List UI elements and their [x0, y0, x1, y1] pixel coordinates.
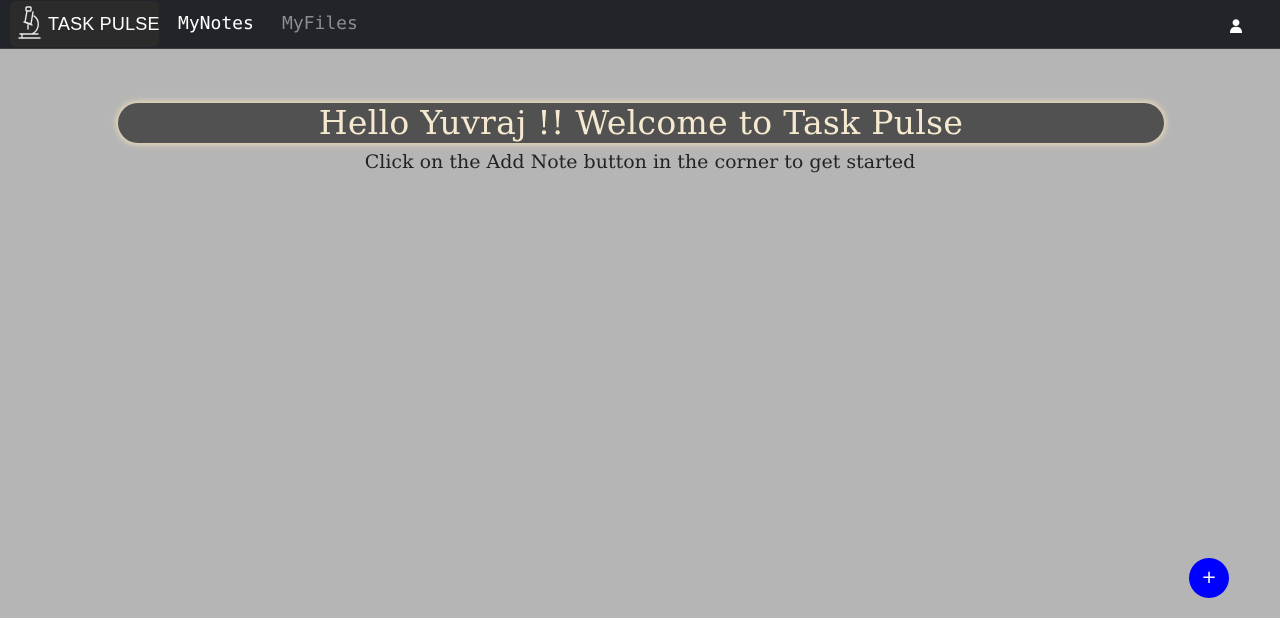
welcome-banner: Hello Yuvraj !! Welcome to Task Pulse	[118, 103, 1164, 143]
brand-name: TASK PULSE	[48, 13, 160, 34]
user-account-button[interactable]	[1226, 17, 1246, 37]
nav-link-myfiles[interactable]: MyFiles	[282, 12, 358, 36]
welcome-title: Hello Yuvraj !! Welcome to Task Pulse	[318, 103, 964, 142]
nav-link-mynotes[interactable]: MyNotes	[178, 12, 254, 36]
plus-icon: +	[1201, 567, 1217, 588]
top-navbar: TASK PULSE MyNotes MyFiles	[0, 0, 1280, 49]
microscope-icon	[16, 4, 44, 44]
getting-started-hint: Click on the Add Note button in the corn…	[364, 151, 916, 173]
add-note-button[interactable]: +	[1189, 558, 1229, 598]
brand-logo-link[interactable]: TASK PULSE	[10, 1, 160, 47]
user-icon	[1230, 18, 1242, 37]
